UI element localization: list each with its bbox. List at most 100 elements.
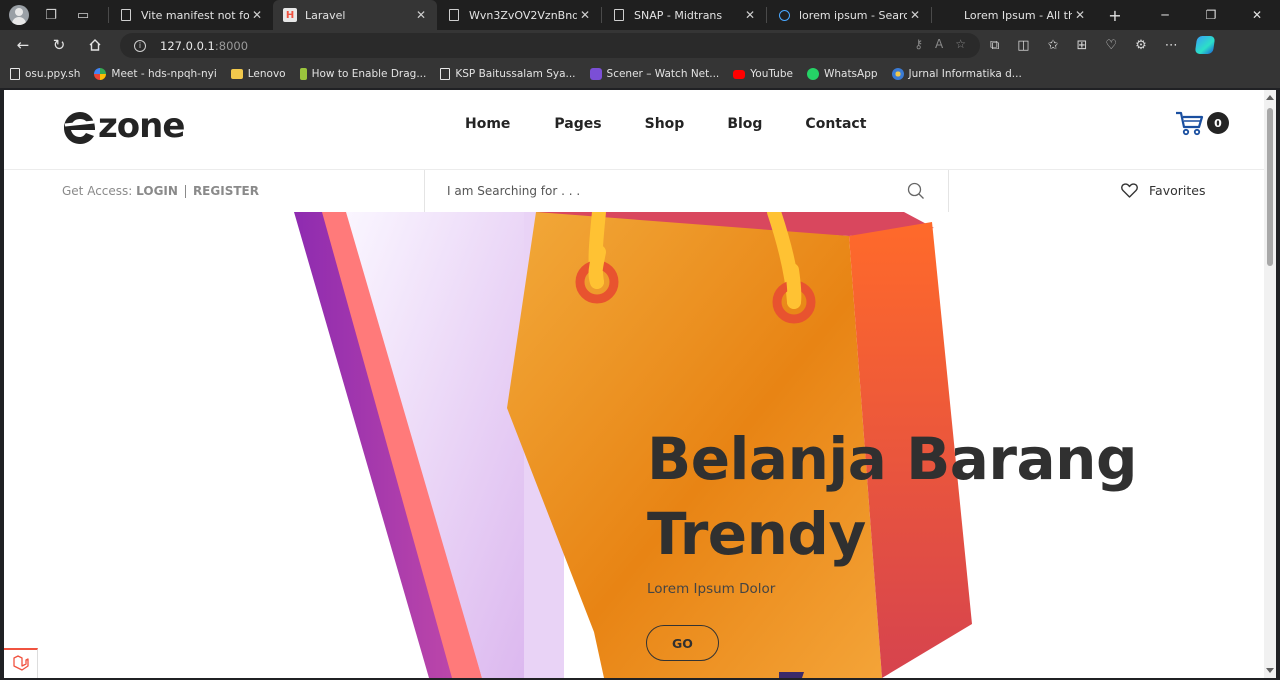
folder-icon xyxy=(230,69,243,79)
extensions-icon[interactable]: ⧉ xyxy=(990,38,999,53)
debugbar-toggle[interactable] xyxy=(4,648,38,678)
bookmark-ksp[interactable]: KSP Baitussalam Sya... xyxy=(440,68,576,80)
cart-button[interactable]: 0 xyxy=(1175,109,1235,139)
page-scrollbar[interactable] xyxy=(1264,90,1276,678)
close-icon[interactable]: ✕ xyxy=(907,8,923,22)
bookmark-label: Lenovo xyxy=(247,68,286,80)
tab-wvn3[interactable]: Wvn3ZvOV2VznBnqzZxlF ✕ xyxy=(437,0,601,30)
tab-title: SNAP - Midtrans xyxy=(634,8,723,22)
bookmark-osu[interactable]: osu.ppy.sh xyxy=(10,68,80,80)
profile-button[interactable] xyxy=(8,4,30,26)
search-input[interactable] xyxy=(447,182,877,200)
close-icon[interactable]: ✕ xyxy=(577,8,593,22)
whatsapp-icon xyxy=(806,68,819,80)
refresh-button[interactable]: ↻ xyxy=(41,30,77,60)
close-icon[interactable]: ✕ xyxy=(742,8,758,22)
key-icon[interactable]: ⚷ xyxy=(914,37,923,51)
extensions-puzzle-icon[interactable]: ⚙ xyxy=(1135,38,1147,53)
arrow-left-icon: ← xyxy=(16,36,30,54)
bookmark-whatsapp[interactable]: WhatsApp xyxy=(806,68,878,80)
tab-laravel[interactable]: H Laravel ✕ xyxy=(273,0,437,30)
restore-icon: ❐ xyxy=(1205,8,1217,22)
nav-shop[interactable]: Shop xyxy=(645,116,685,132)
star-icon[interactable]: ☆ xyxy=(955,37,966,51)
address-bar[interactable]: i 127.0.0.1:8000 ⚷ A ☆ xyxy=(120,33,980,58)
tab-actions-icon: ▭ xyxy=(76,7,90,23)
bookmark-meet[interactable]: Meet - hds-npqh-nyi xyxy=(94,68,217,80)
browser-essentials-icon[interactable]: ♡ xyxy=(1105,38,1117,53)
go-button[interactable]: GO xyxy=(646,625,719,661)
journal-icon xyxy=(891,68,904,80)
url-host: 127.0.0.1 xyxy=(160,38,215,53)
search-icon xyxy=(907,182,924,199)
tab-title: Vite manifest not found a xyxy=(141,8,249,22)
scroll-thumb[interactable] xyxy=(1267,108,1273,266)
close-window-button[interactable]: ✕ xyxy=(1234,0,1280,30)
bookmark-label: Scener – Watch Net... xyxy=(606,68,720,80)
tab-title: Wvn3ZvOV2VznBnqzZxlF xyxy=(469,8,577,22)
site-logo[interactable]: zone xyxy=(62,104,217,152)
home-button[interactable] xyxy=(77,30,113,60)
close-icon[interactable]: ✕ xyxy=(249,8,265,22)
bookmark-scener[interactable]: Scener – Watch Net... xyxy=(589,68,720,80)
scroll-down-icon[interactable] xyxy=(1266,668,1274,673)
access-label: Get Access: xyxy=(62,184,133,198)
page-icon xyxy=(942,8,956,22)
login-link[interactable]: LOGIN xyxy=(136,184,178,198)
youtube-icon xyxy=(733,69,746,79)
tab-bar-left-controls: ❐ ▭ xyxy=(0,4,108,26)
workspaces-button[interactable]: ❐ xyxy=(40,4,62,26)
minimize-icon: ─ xyxy=(1161,8,1169,22)
close-icon[interactable]: ✕ xyxy=(413,8,429,22)
copilot-icon[interactable] xyxy=(1194,36,1215,54)
bookmark-lenovo[interactable]: Lenovo xyxy=(230,68,286,80)
scroll-up-icon[interactable] xyxy=(1266,95,1274,100)
bookmark-drag[interactable]: How to Enable Drag... xyxy=(299,68,426,80)
page-icon xyxy=(440,68,451,80)
site-header: zone Home Pages Shop Blog Contact 0 xyxy=(4,90,1264,170)
bookmark-label: Meet - hds-npqh-nyi xyxy=(111,68,217,80)
tab-lorem-facts[interactable]: Lorem Ipsum - All the fac ✕ xyxy=(932,0,1096,30)
nav-home[interactable]: Home xyxy=(465,116,510,132)
search-button[interactable] xyxy=(907,182,925,200)
split-screen-icon[interactable]: ◫ xyxy=(1017,38,1029,53)
maximize-button[interactable]: ❐ xyxy=(1188,0,1234,30)
more-options-icon[interactable]: ⋯ xyxy=(1165,38,1178,53)
tab-lorem-search[interactable]: lorem ipsum - Search ✕ xyxy=(767,0,931,30)
laravel-icon: H xyxy=(283,8,297,22)
new-tab-button[interactable]: + xyxy=(1100,6,1130,25)
home-icon xyxy=(89,39,101,51)
close-icon[interactable]: ✕ xyxy=(1072,8,1088,22)
meet-icon xyxy=(94,68,107,80)
bookmark-label: osu.ppy.sh xyxy=(25,68,81,80)
nav-pages[interactable]: Pages xyxy=(554,116,601,132)
page-icon xyxy=(119,8,133,22)
profile-avatar-icon xyxy=(9,5,29,25)
nav-blog[interactable]: Blog xyxy=(727,116,762,132)
cart-icon xyxy=(1176,111,1204,136)
cart-count-badge: 0 xyxy=(1207,112,1229,134)
nav-contact[interactable]: Contact xyxy=(805,116,866,132)
read-aloud-icon[interactable]: A xyxy=(935,37,943,51)
bookmark-youtube[interactable]: YouTube xyxy=(733,68,793,80)
tab-vite-manifest[interactable]: Vite manifest not found a ✕ xyxy=(109,0,273,30)
address-bar-actions: ⚷ A ☆ xyxy=(914,37,966,51)
register-link[interactable]: REGISTER xyxy=(193,184,259,198)
bookmark-jurnal[interactable]: Jurnal Informatika d... xyxy=(891,68,1022,80)
hero-title-line-2: Trendy xyxy=(647,500,866,568)
bookmark-label: YouTube xyxy=(750,68,793,80)
back-button[interactable]: ← xyxy=(5,30,41,60)
page-viewport: zone Home Pages Shop Blog Contact 0 Get … xyxy=(4,90,1264,678)
ezone-logo-icon: zone xyxy=(64,106,185,146)
collections-icon[interactable]: ⊞ xyxy=(1077,38,1088,53)
minimize-button[interactable]: ─ xyxy=(1142,0,1188,30)
favorites-link[interactable]: Favorites xyxy=(1121,183,1205,198)
info-icon[interactable]: i xyxy=(134,39,146,52)
bookmark-label: WhatsApp xyxy=(823,68,878,80)
refresh-icon: ↻ xyxy=(52,36,66,54)
tab-snap-midtrans[interactable]: SNAP - Midtrans ✕ xyxy=(602,0,766,30)
tab-actions-button[interactable]: ▭ xyxy=(72,4,94,26)
hero-subtitle: Lorem Ipsum Dolor xyxy=(647,581,776,597)
favorites-icon[interactable]: ✩ xyxy=(1048,38,1059,53)
search-icon xyxy=(777,8,791,22)
